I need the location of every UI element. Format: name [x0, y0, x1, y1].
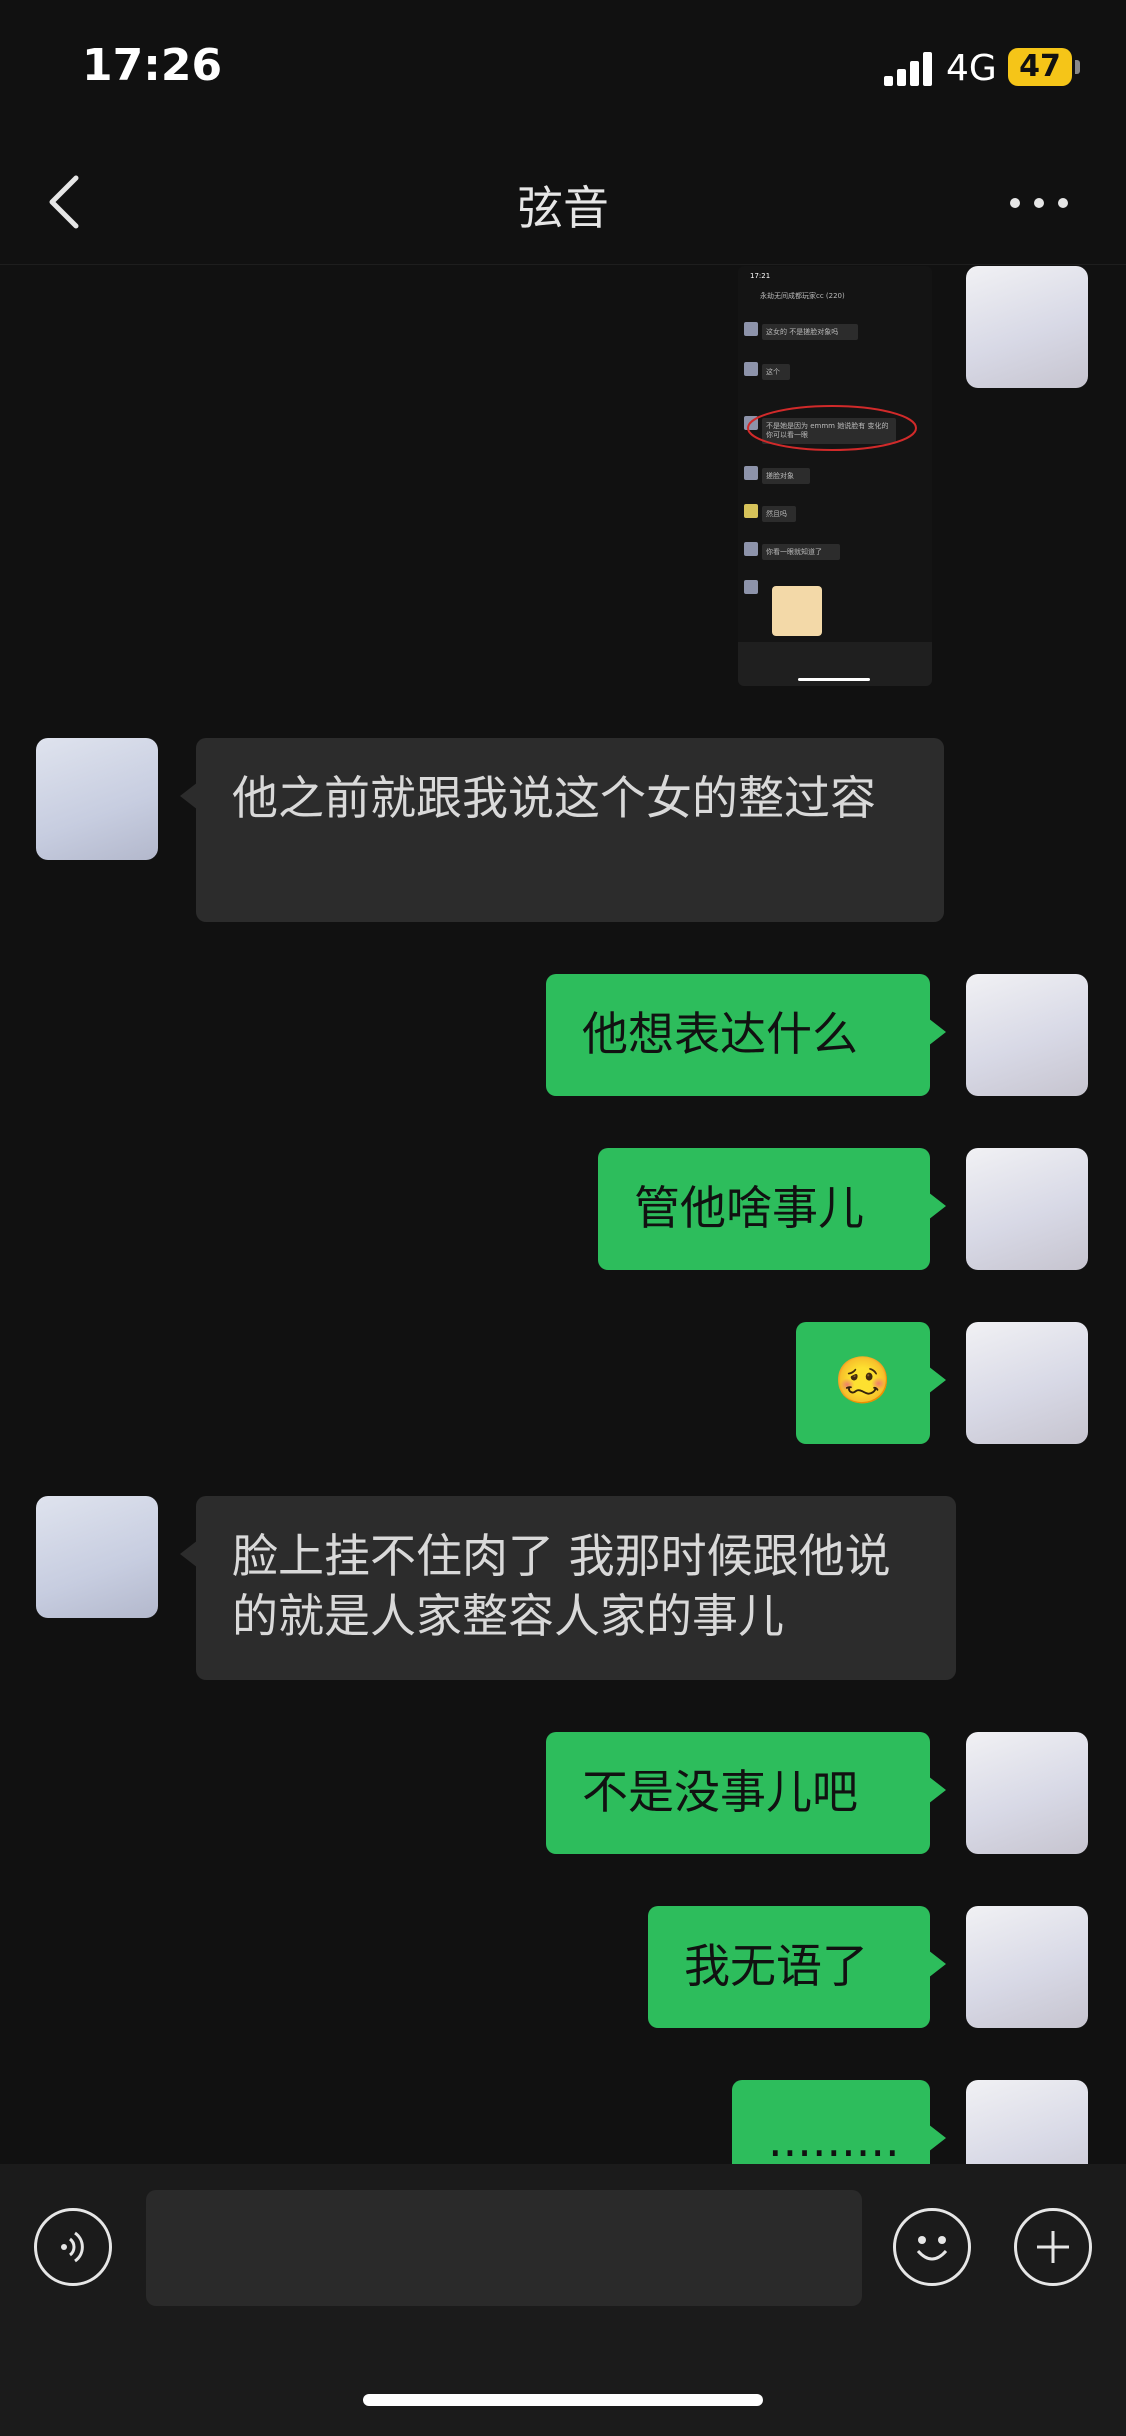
rabbit-sticker	[772, 586, 822, 636]
more-dot	[1058, 198, 1068, 208]
mini-avatar	[744, 466, 758, 480]
plus-icon	[1037, 2231, 1069, 2263]
image-message[interactable]: 17:21 永劫无间成都玩家cc (220) 这女的 不是搓脸对象吗 这个 不是…	[738, 266, 932, 686]
avatar[interactable]	[966, 1322, 1088, 1444]
mini-home-indicator	[798, 678, 870, 681]
mini-avatar	[744, 322, 758, 336]
image-line: 搓脸对象	[766, 472, 794, 480]
chat-header: 弦音	[0, 140, 1126, 265]
mini-avatar	[744, 362, 758, 376]
message-input[interactable]	[146, 2190, 862, 2306]
signal-icon	[884, 52, 936, 86]
avatar[interactable]	[36, 1496, 158, 1618]
chat-bubble[interactable]: 不是没事儿吧	[546, 1732, 946, 1854]
avatar[interactable]	[36, 738, 158, 860]
avatar[interactable]	[966, 1148, 1088, 1270]
chat-title: 弦音	[517, 181, 609, 235]
image-group-title: 永劫无间成都玩家cc (220)	[760, 292, 845, 300]
mini-avatar	[744, 504, 758, 518]
chat-bubble[interactable]: 脸上挂不住肉了 我那时候跟他说的就是人家整容人家的事儿	[180, 1496, 956, 1680]
mini-avatar	[744, 542, 758, 556]
image-line: 你看一眼就知道了	[766, 548, 822, 556]
image-line: 这女的 不是搓脸对象吗	[766, 328, 839, 336]
mini-avatar	[744, 580, 758, 594]
plus-button[interactable]	[1014, 2208, 1092, 2286]
input-bar	[0, 2164, 1126, 2436]
avatar[interactable]	[966, 266, 1088, 388]
image-status-time: 17:21	[750, 272, 771, 280]
status-bar: 17:26 4G 47	[0, 0, 1126, 140]
network-type: 4G	[946, 48, 997, 89]
avatar[interactable]	[966, 1732, 1088, 1854]
emoji-icon	[916, 2236, 948, 2261]
more-options-button[interactable]	[1004, 180, 1074, 220]
chat-bubble[interactable]: 他想表达什么	[546, 974, 946, 1096]
chat-bubble[interactable]: 管他啥事儿	[598, 1148, 946, 1270]
voice-icon	[61, 2231, 84, 2263]
home-indicator	[363, 2394, 763, 2406]
avatar[interactable]	[966, 974, 1088, 1096]
chat-bubble[interactable]: 他之前就跟我说这个女的整过容	[180, 738, 944, 922]
image-line: 然且吗	[766, 510, 787, 518]
woozy-face-icon: 🥴	[834, 1353, 892, 1407]
battery-tip	[1075, 60, 1080, 74]
chat-bubble[interactable]: 我无语了	[648, 1906, 946, 2028]
avatar[interactable]	[966, 1906, 1088, 2028]
more-dot	[1010, 198, 1020, 208]
more-dot	[1034, 198, 1044, 208]
image-line: 这个	[766, 368, 780, 376]
red-circle-annotation	[747, 405, 917, 451]
status-time: 17:26	[82, 40, 223, 91]
voice-button[interactable]	[34, 2208, 112, 2286]
emoji-button[interactable]	[893, 2208, 971, 2286]
battery-icon: 47	[1008, 48, 1072, 86]
chat-bubble[interactable]: 🥴	[796, 1322, 946, 1444]
